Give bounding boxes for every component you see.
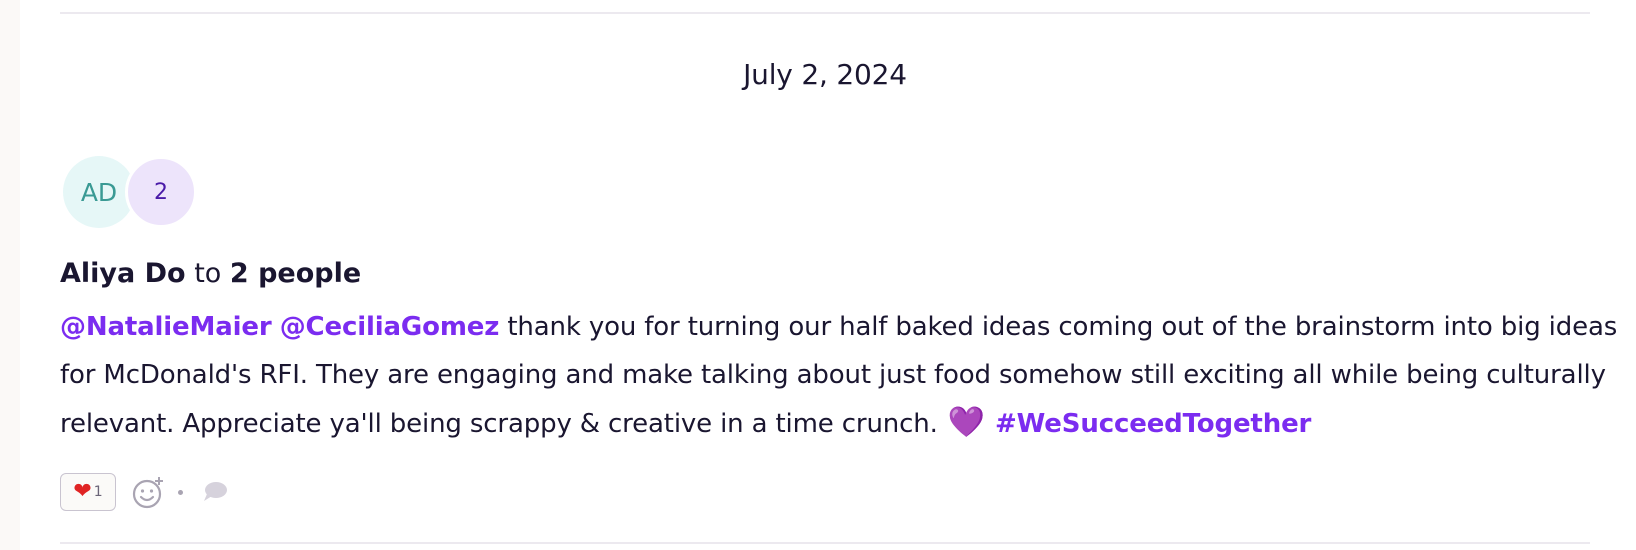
comment-button[interactable] (201, 478, 229, 506)
recipients-link[interactable]: 2 people (230, 258, 361, 289)
mention-cecilia[interactable]: @CeciliaGomez (280, 312, 500, 342)
sender-name[interactable]: Aliya Do (60, 258, 186, 289)
smiley-plus-icon (132, 477, 163, 509)
post-header: Aliya Do to 2 people (60, 258, 361, 289)
header-connector: to (194, 258, 222, 289)
heart-icon: ❤ (73, 479, 92, 504)
hashtag-link[interactable]: #WeSucceedTogether (995, 409, 1311, 439)
bottom-divider (60, 542, 1590, 544)
post-message: @NatalieMaier @CeciliaGomez thank you fo… (60, 303, 1620, 448)
feed-date: July 2, 2024 (743, 58, 907, 91)
mention-natalie[interactable]: @NatalieMaier (60, 312, 272, 342)
purple-heart-emoji: 💜 (947, 405, 986, 440)
recipient-count-avatar[interactable]: 2 (125, 156, 197, 228)
top-divider (60, 12, 1590, 14)
heart-reaction-button[interactable]: ❤ 1 (60, 473, 116, 511)
feed-card: July 2, 2024 AD 2 Aliya Do to 2 people @… (20, 0, 1636, 550)
add-reaction-button[interactable] (132, 475, 166, 509)
speech-bubble-icon (204, 482, 227, 501)
heart-reaction-count: 1 (93, 484, 103, 500)
post-actions: ❤ 1 (60, 471, 229, 513)
dot-separator (178, 489, 183, 495)
